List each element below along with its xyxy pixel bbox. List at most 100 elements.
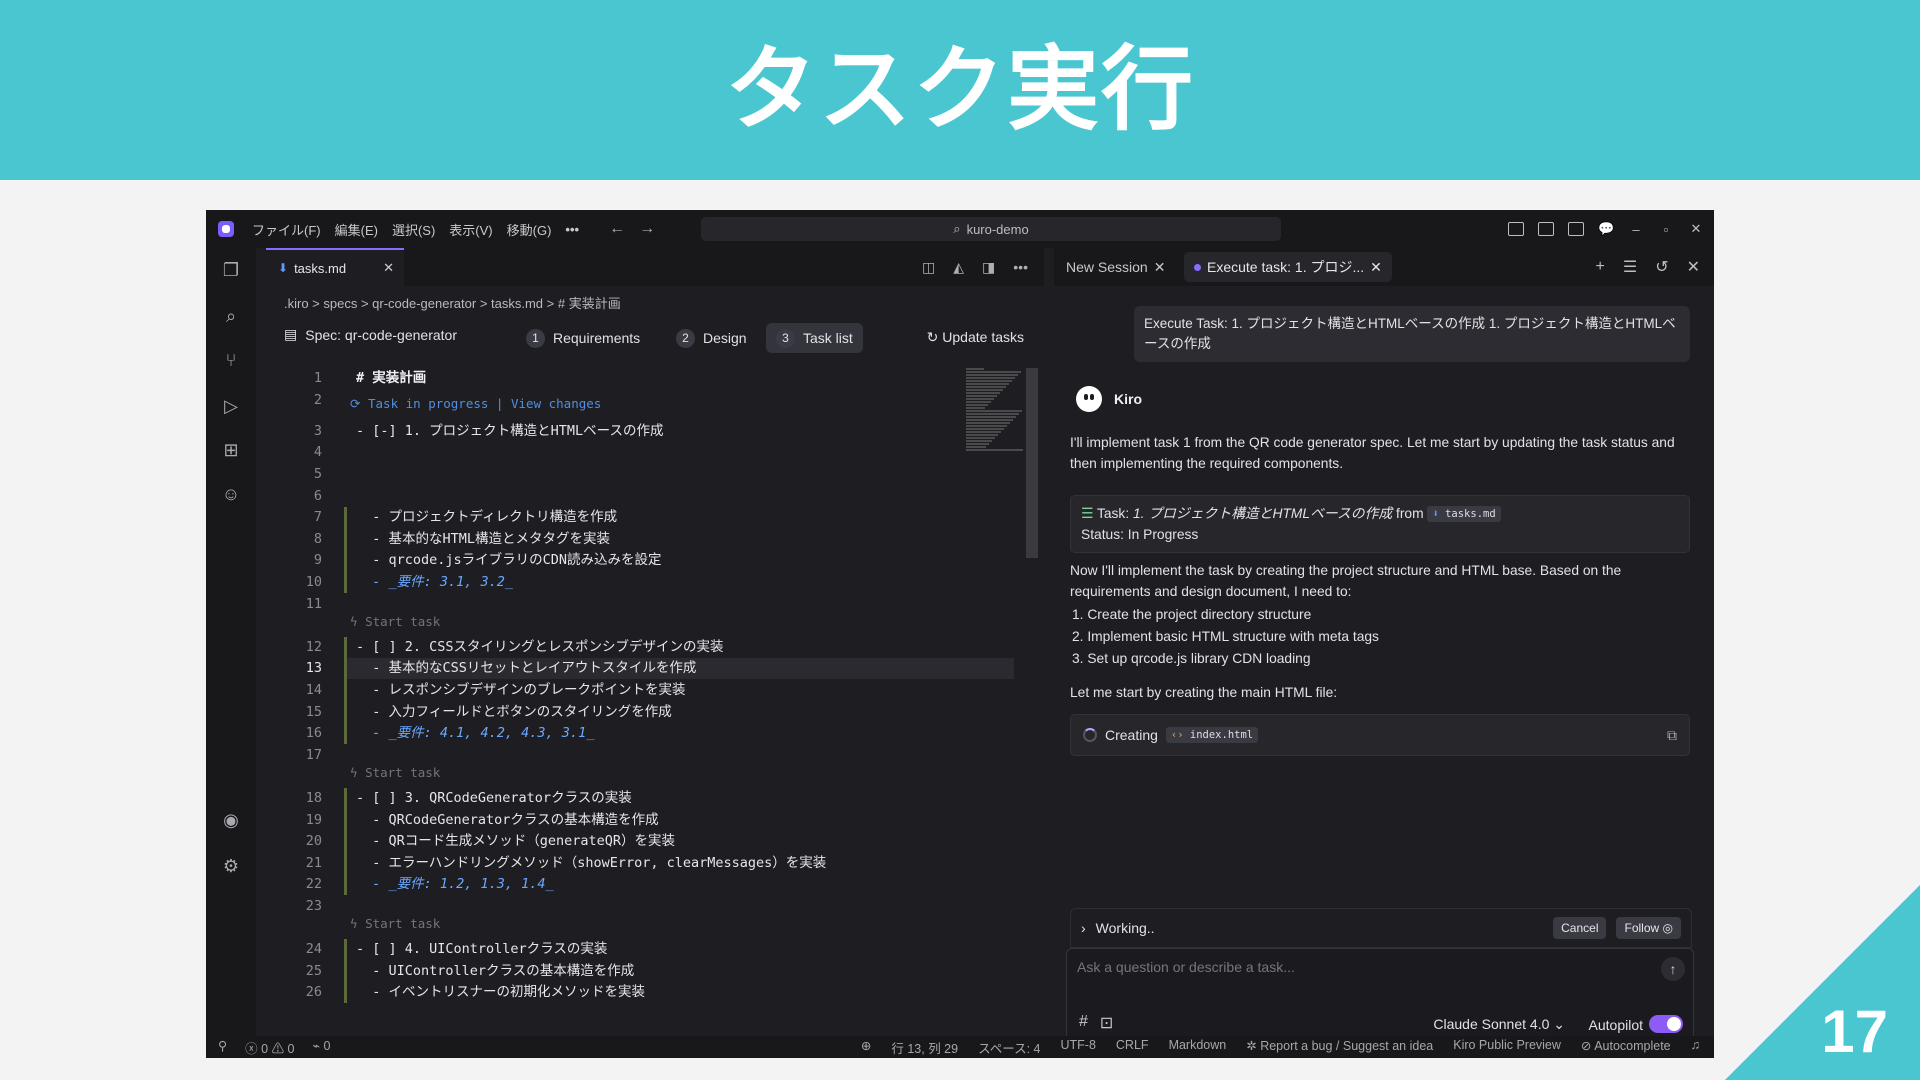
breadcrumb[interactable]: .kiro > specs > qr-code-generator > task… [284, 293, 621, 312]
step-design[interactable]: 2 Design [666, 323, 757, 353]
file-chip[interactable]: ⬇ tasks.md [1427, 506, 1501, 523]
line-text: - _要件: 3.1, 3.2_ [356, 574, 514, 590]
close-panel-icon[interactable]: ✕ [1687, 257, 1700, 277]
codelens-task-in-progress[interactable]: ⟳ Task in progress | View changes [350, 394, 601, 414]
file-creation-card: Creating ‹› index.html ⧉ [1070, 714, 1690, 756]
layout-icon[interactable] [1508, 222, 1524, 236]
slide-title: タスク実行 [724, 36, 1195, 143]
report-bug-link[interactable]: ✲ Report a bug / Suggest an idea [1246, 1038, 1433, 1057]
source-control-icon[interactable]: ⑂ [221, 350, 241, 370]
indentation[interactable]: スペース: 4 [978, 1038, 1040, 1057]
hash-context-icon[interactable]: # [1079, 1013, 1088, 1033]
open-diff-icon[interactable]: ⧉ [1667, 727, 1677, 744]
minimap[interactable] [966, 368, 1026, 468]
command-search[interactable]: ⌕ kuro-demo [701, 217, 1281, 241]
tab-new-session[interactable]: New Session ✕ [1066, 248, 1165, 286]
new-chat-icon[interactable]: + [1596, 258, 1605, 276]
settings-gear-icon[interactable]: ⚙ [221, 856, 241, 876]
back-arrow-icon[interactable]: ← [609, 220, 625, 238]
account-icon[interactable]: ◉ [221, 810, 241, 830]
toggle-panel-icon[interactable] [1568, 222, 1584, 236]
notifications-bell-icon[interactable]: ♫ [1691, 1038, 1700, 1057]
model-selector[interactable]: Claude Sonnet 4.0 ⌄ [1433, 1016, 1565, 1033]
split-editor-icon[interactable]: ◨ [982, 259, 995, 276]
codelens-start-task[interactable]: ϟ Start task [350, 612, 440, 632]
input-tools: # ⊡ [1079, 1013, 1113, 1033]
file-chip[interactable]: ‹› index.html [1165, 727, 1259, 743]
preview-icon[interactable]: ◫ [922, 259, 935, 276]
close-tab-icon[interactable]: ✕ [1154, 259, 1166, 276]
step-task-list[interactable]: 3 Task list [766, 323, 863, 353]
encoding[interactable]: UTF-8 [1060, 1038, 1095, 1057]
autocomplete-toggle[interactable]: ⊘ Autocomplete [1581, 1038, 1671, 1057]
menu-file[interactable]: ファイル(F) [252, 220, 321, 239]
toggle-sidebar-icon[interactable] [1538, 222, 1554, 236]
code-line: 21 - エラーハンドリングメソッド（showError, clearMessa… [266, 853, 1026, 874]
send-arrow-icon[interactable]: ↑ [1661, 957, 1685, 981]
minimize-icon[interactable]: – [1628, 222, 1644, 237]
explorer-icon[interactable]: ❐ [221, 260, 241, 280]
task-card-title: 1. プロジェクト構造とHTMLベースの作成 [1133, 506, 1393, 521]
code-line: 6 [266, 486, 1026, 507]
history-list-icon[interactable]: ☰ [1623, 257, 1637, 277]
chat-input[interactable]: Ask a question or describe a task... [1077, 959, 1295, 975]
language-mode[interactable]: Markdown [1169, 1038, 1227, 1057]
ports-indicator[interactable]: ⌁ 0 [313, 1038, 331, 1057]
codelens-start-task[interactable]: ϟ Start task [350, 763, 440, 783]
close-tab-icon[interactable]: ✕ [1370, 259, 1382, 276]
chevron-right-icon[interactable]: › [1081, 920, 1086, 936]
editor-scrollbar[interactable] [1026, 368, 1038, 558]
minimap-line [966, 431, 1001, 433]
minimap-line [966, 368, 984, 370]
step-label: Task list [803, 330, 853, 346]
tab-execute-task[interactable]: Execute task: 1. プロジ... ✕ [1184, 252, 1392, 282]
compare-icon[interactable]: ◭ [953, 259, 964, 276]
code-line: 26 - イベントリスナーの初期化メソッドを実装 [266, 982, 1026, 1003]
forward-arrow-icon[interactable]: → [639, 220, 655, 238]
menu-more-icon[interactable]: ••• [565, 222, 579, 237]
code-line: 10 - _要件: 3.1, 3.2_ [266, 572, 1026, 593]
problems-indicator[interactable]: ⓧ 0 ⚠ 0 [245, 1038, 294, 1057]
close-window-icon[interactable]: ✕ [1688, 221, 1704, 237]
autopilot-toggle[interactable] [1649, 1015, 1683, 1033]
report-bug-label: Report a bug / Suggest an idea [1260, 1038, 1434, 1053]
code-line: 5 [266, 464, 1026, 485]
chat-bubble-icon[interactable]: 💬 [1598, 221, 1614, 237]
line-ending[interactable]: CRLF [1116, 1038, 1149, 1057]
code-editor[interactable]: 1 # 実装計画 2 3- [-] 1. プロジェクト構造とHTMLベースの作成 4 5 6… [266, 368, 1026, 1036]
minimap-line [966, 398, 994, 400]
history-clock-icon[interactable]: ↺ [1655, 257, 1668, 277]
editor-more-icon[interactable]: ••• [1013, 259, 1028, 275]
run-debug-icon[interactable]: ▷ [221, 396, 241, 416]
maximize-icon[interactable]: ▫ [1658, 222, 1674, 237]
step-requirements[interactable]: 1 Requirements [516, 323, 650, 353]
cancel-button[interactable]: Cancel [1553, 917, 1607, 939]
image-attach-icon[interactable]: ⊡ [1100, 1013, 1113, 1033]
tab-tasks-md[interactable]: ⬇ tasks.md ✕ [266, 248, 404, 286]
step-label: Requirements [553, 330, 641, 346]
minimap-line [966, 377, 1015, 379]
search-sidebar-icon[interactable]: ⌕ [221, 306, 241, 326]
agent-header: Kiro [1076, 386, 1142, 412]
line-number: 20 [305, 833, 322, 850]
step-number: 2 [676, 328, 695, 348]
menu-view[interactable]: 表示(V) [449, 220, 492, 239]
zoom-icon[interactable]: ⊕ [861, 1038, 871, 1057]
extensions-icon[interactable]: ⊞ [221, 440, 241, 460]
preview-label[interactable]: Kiro Public Preview [1453, 1038, 1561, 1057]
remote-icon[interactable]: ⚲ [218, 1038, 227, 1057]
line-text: - [ ] 3. QRCodeGeneratorクラスの実装 [356, 790, 632, 806]
model-label: Claude Sonnet 4.0 [1433, 1016, 1550, 1032]
menu-go[interactable]: 移動(G) [507, 220, 552, 239]
close-tab-icon[interactable]: ✕ [383, 260, 394, 276]
minimap-line [966, 434, 998, 436]
cursor-position[interactable]: 行 13, 列 29 [891, 1038, 958, 1057]
codelens-start-task[interactable]: ϟ Start task [350, 914, 440, 934]
code-line: 9 - qrcode.jsライブラリのCDN読み込みを設定 [266, 550, 1026, 571]
update-tasks-button[interactable]: ↻ Update tasks [927, 329, 1024, 346]
kiro-ghost-icon[interactable]: ☺ [221, 484, 241, 504]
menu-edit[interactable]: 編集(E) [335, 220, 378, 239]
follow-button[interactable]: Follow ◎ [1616, 917, 1681, 939]
line-number: 24 [305, 941, 322, 958]
menu-selection[interactable]: 選択(S) [392, 220, 435, 239]
